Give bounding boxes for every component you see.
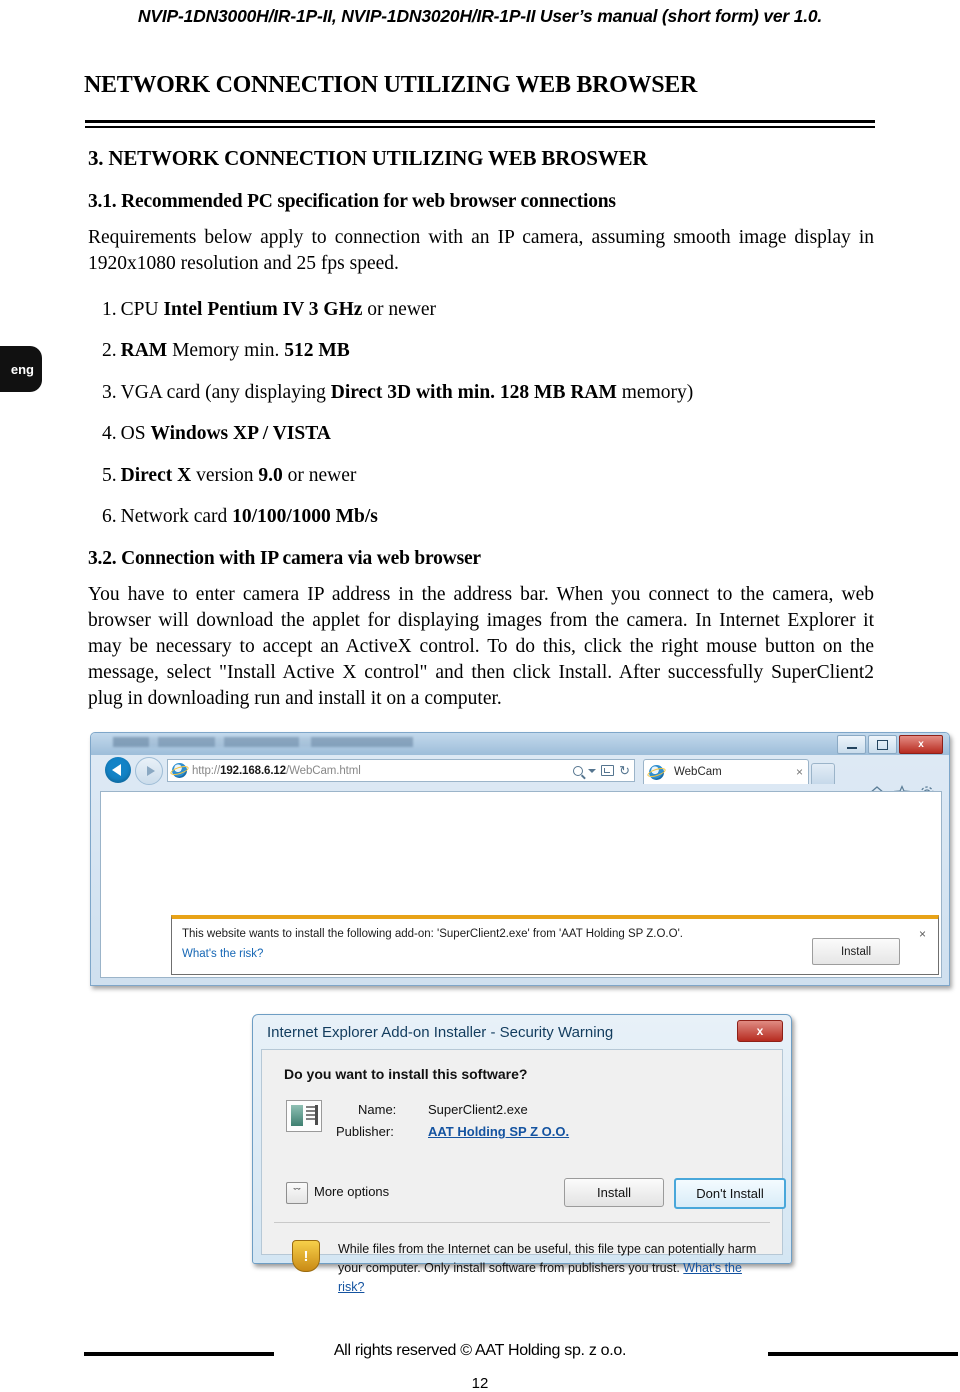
list-item-pre: VGA card (any displaying	[120, 381, 331, 403]
list-item-bold-2: 512 MB	[284, 340, 350, 362]
page-title: NETWORK CONNECTION UTILIZING WEB BROWSER	[84, 72, 698, 98]
list-item-number: 6.	[102, 505, 117, 527]
list-item: 1. CPU Intel Pentium IV 3 GHz or newer	[102, 299, 874, 321]
address-bar-url: http://192.168.6.12/WebCam.html	[192, 765, 361, 777]
pc-specification-list: 1. CPU Intel Pentium IV 3 GHz or newer 2.…	[84, 299, 874, 529]
tab-webcam[interactable]: WebCam ×	[643, 759, 809, 784]
internet-explorer-icon	[172, 763, 187, 778]
dialog-body: Do you want to install this software? Na…	[261, 1049, 786, 1294]
tab-close-icon[interactable]: ×	[796, 765, 803, 779]
list-item: 2. RAM Memory min. 512 MB	[102, 340, 874, 362]
more-options-label: More options	[314, 1184, 390, 1199]
dialog-dont-install-button[interactable]: Don't Install	[674, 1178, 786, 1209]
url-scheme: http://	[192, 764, 221, 777]
back-button[interactable]	[105, 757, 131, 783]
refresh-icon[interactable]: ↻	[619, 764, 630, 777]
section-3-2-paragraph: You have to enter camera IP address in t…	[88, 584, 874, 710]
list-item: 6. Network card 10/100/1000 Mb/s	[102, 506, 874, 528]
document-body: 3. NETWORK CONNECTION UTILIZING WEB BROS…	[84, 140, 874, 712]
section-3-2-heading: 3.2. Connection with IP camera via web b…	[88, 548, 481, 570]
browser-screenshot-figure: x http://192.168.6.12/WebCam.html ↻ WebC…	[88, 729, 954, 989]
tab-strip: WebCam ×	[643, 759, 835, 784]
list-item-mid: Memory min.	[167, 340, 285, 362]
list-item-bold: RAM	[120, 340, 168, 362]
more-options-toggle[interactable]: ˇˇ	[286, 1182, 308, 1204]
list-item-pre: Network card	[120, 505, 233, 527]
executable-file-icon	[286, 1100, 322, 1132]
title-rule-bottom	[85, 126, 875, 128]
list-item-bold: Direct 3D with min. 128 MB RAM	[330, 381, 617, 403]
title-rule-top	[85, 120, 875, 123]
window-controls: x	[837, 735, 943, 754]
close-window-button[interactable]: x	[899, 735, 943, 754]
list-item-number: 5.	[102, 464, 117, 486]
minimize-button[interactable]	[837, 735, 866, 754]
language-tab-eng: eng	[0, 346, 42, 392]
list-item-bold-2: 9.0	[258, 464, 283, 486]
section-3-1-intro: Requirements below apply to connection w…	[88, 227, 874, 274]
url-path: /WebCam.html	[286, 764, 361, 777]
dialog-title: Internet Explorer Add-on Installer - Sec…	[267, 1024, 614, 1041]
warning-shield-icon: !	[292, 1240, 320, 1272]
forward-button[interactable]	[135, 757, 163, 785]
tab-favicon-icon	[649, 764, 664, 780]
browser-content-area: This website wants to install the follow…	[100, 791, 942, 978]
dialog-install-button[interactable]: Install	[564, 1178, 664, 1207]
chapter-heading: 3. NETWORK CONNECTION UTILIZING WEB BROS…	[88, 146, 648, 170]
list-item: 4. OS Windows XP / VISTA	[102, 423, 874, 445]
tab-label: WebCam	[674, 766, 722, 778]
compatibility-view-icon[interactable]	[601, 765, 615, 776]
internet-explorer-window: x http://192.168.6.12/WebCam.html ↻ WebC…	[90, 732, 950, 986]
security-warning-dialog: Internet Explorer Add-on Installer - Sec…	[252, 1014, 792, 1294]
notification-close-icon[interactable]: ×	[919, 927, 926, 941]
dialog-separator	[274, 1222, 770, 1223]
list-item-bold: Windows XP / VISTA	[150, 423, 331, 445]
browser-title-bar: x	[91, 733, 949, 755]
list-item-number: 1.	[102, 298, 117, 320]
list-item-number: 3.	[102, 381, 117, 403]
list-item-post: memory)	[616, 381, 694, 403]
new-tab-button[interactable]	[811, 763, 835, 784]
chevron-down-icon[interactable]	[588, 768, 597, 773]
browser-toolbar: http://192.168.6.12/WebCam.html ↻ WebCam…	[91, 755, 949, 801]
list-item-post: or newer	[362, 298, 437, 320]
list-item: 5. Direct X version 9.0 or newer	[102, 465, 874, 487]
list-item-bold: Direct X	[120, 464, 192, 486]
page-number: 12	[471, 1375, 489, 1392]
notification-risk-link[interactable]: What's the risk?	[182, 948, 263, 960]
section-3-1-heading: 3.1. Recommended PC specification for we…	[88, 191, 616, 212]
notification-message: This website wants to install the follow…	[182, 928, 683, 940]
address-bar-icons: ↻	[573, 764, 630, 777]
maximize-button[interactable]	[868, 735, 897, 754]
address-bar[interactable]: http://192.168.6.12/WebCam.html ↻	[167, 759, 635, 782]
notification-install-button[interactable]: Install	[812, 938, 900, 965]
dialog-close-button[interactable]: x	[737, 1020, 783, 1042]
list-item-pre: OS	[120, 423, 151, 445]
addon-notification-bar: This website wants to install the follow…	[171, 915, 939, 975]
dialog-question: Do you want to install this software?	[284, 1066, 528, 1082]
list-item-number: 2.	[102, 340, 117, 362]
search-icon[interactable]	[573, 765, 584, 776]
name-label: Name:	[358, 1102, 397, 1117]
list-item-pre: CPU	[120, 298, 164, 320]
list-item-number: 4.	[102, 423, 117, 445]
publisher-value[interactable]: AAT Holding SP Z O.O.	[428, 1124, 569, 1139]
list-item-post: or newer	[282, 464, 357, 486]
list-item: 3. VGA card (any displaying Direct 3D wit…	[102, 382, 874, 404]
dialog-warning-text: While files from the Internet can be use…	[338, 1240, 758, 1296]
browser-title-text-blurred	[113, 737, 413, 747]
list-item-bold: Intel Pentium IV 3 GHz	[163, 298, 363, 320]
footer-copyright: All rights reserved © AAT Holding sp. z …	[333, 1342, 627, 1359]
name-value: SuperClient2.exe	[428, 1102, 528, 1117]
list-item-mid: version	[191, 464, 259, 486]
publisher-label: Publisher:	[336, 1124, 394, 1139]
url-host: 192.168.6.12	[220, 764, 287, 777]
running-header: NVIP-1DN3000H/IR-1P-II, NVIP-1DN3020H/IR…	[137, 6, 823, 26]
list-item-bold: 10/100/1000 Mb/s	[232, 505, 378, 527]
